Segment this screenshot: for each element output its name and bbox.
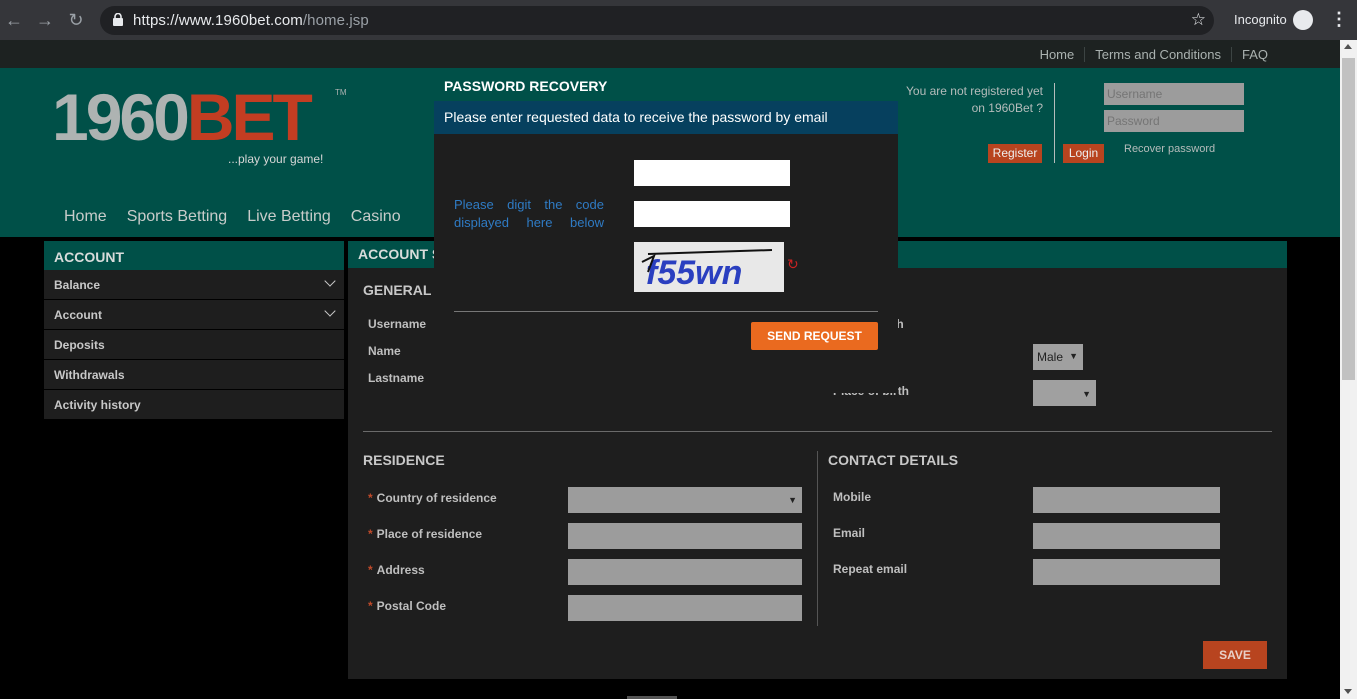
login-button[interactable]: Login xyxy=(1063,144,1104,163)
not-registered-text: You are not registered yet on 1960Bet ? xyxy=(906,84,1043,115)
nav-casino[interactable]: Casino xyxy=(351,208,401,226)
email-label: Email xyxy=(833,526,866,540)
place-of-residence-label: * Place of residence xyxy=(368,527,483,541)
toplink-faq[interactable]: FAQ xyxy=(1230,47,1278,62)
incognito-icon[interactable] xyxy=(1293,10,1313,30)
lock-icon xyxy=(113,13,123,26)
scrollbar-thumb[interactable] xyxy=(1342,58,1355,380)
repeat-email-label: Repeat email xyxy=(833,562,908,576)
nav-sports-betting[interactable]: Sports Betting xyxy=(127,208,228,226)
account-sidebar: ACCOUNT Balance Account Deposits Withdra… xyxy=(44,241,344,420)
scroll-down-icon[interactable] xyxy=(1344,689,1352,694)
top-links-bar: Home Terms and Conditions FAQ xyxy=(0,40,1340,68)
back-icon[interactable]: ← xyxy=(3,9,25,31)
gender-value: Male xyxy=(1037,350,1064,364)
captcha-code-input[interactable] xyxy=(634,201,790,227)
page: Home Terms and Conditions FAQ 1960BET TM… xyxy=(0,40,1340,699)
scroll-up-icon[interactable] xyxy=(1344,44,1352,49)
sidebar-item-withdrawals[interactable]: Withdrawals xyxy=(44,360,344,390)
site-logo[interactable]: 1960BET TM ...play your game! xyxy=(52,84,347,166)
password-recovery-modal: PASSWORD RECOVERY Please enter requested… xyxy=(434,70,898,393)
sidebar-title: ACCOUNT xyxy=(44,241,344,270)
country-label: * Country of residence xyxy=(368,491,497,505)
mobile-input[interactable] xyxy=(1033,487,1220,513)
modal-divider xyxy=(454,311,878,312)
chevron-down-icon xyxy=(324,305,336,317)
logo-trademark: TM xyxy=(335,88,347,97)
sidebar-item-account[interactable]: Account xyxy=(44,300,344,330)
general-section-title: GENERAL xyxy=(363,282,432,298)
modal-title: PASSWORD RECOVERY xyxy=(434,70,898,101)
password-input[interactable] xyxy=(1104,110,1244,132)
sidebar-item-label: Deposits xyxy=(54,338,105,352)
residence-section-title: RESIDENCE xyxy=(363,452,445,468)
gender-select[interactable]: Male ▼ xyxy=(1033,344,1083,370)
reload-icon[interactable]: ↻ xyxy=(65,9,87,31)
forward-icon[interactable]: → xyxy=(34,9,56,31)
postal-code-input[interactable] xyxy=(568,595,802,621)
dropdown-arrow-icon: ▼ xyxy=(1082,389,1091,399)
dropdown-arrow-icon: ▼ xyxy=(1069,351,1078,361)
sidebar-item-label: Withdrawals xyxy=(54,368,125,382)
register-button[interactable]: Register xyxy=(988,144,1042,163)
dropdown-arrow-icon: ▼ xyxy=(788,495,797,505)
sidebar-item-label: Balance xyxy=(54,278,101,292)
contact-section-title: CONTACT DETAILS xyxy=(828,452,959,468)
save-button[interactable]: SAVE xyxy=(1203,641,1267,669)
refresh-captcha-icon[interactable]: ↻ xyxy=(787,256,799,273)
bookmark-star-icon[interactable]: ☆ xyxy=(1191,10,1206,30)
browser-menu-icon[interactable]: ⋮ xyxy=(1330,9,1348,30)
repeat-email-input[interactable] xyxy=(1033,559,1220,585)
recovery-email-input[interactable] xyxy=(634,160,790,186)
sidebar-item-deposits[interactable]: Deposits xyxy=(44,330,344,360)
country-select[interactable]: ▼ xyxy=(568,487,802,513)
column-divider xyxy=(817,451,818,626)
address-input[interactable] xyxy=(568,559,802,585)
username-label: Username xyxy=(368,317,427,331)
main-nav: Home Sports Betting Live Betting Casino xyxy=(64,208,401,226)
modal-subtitle: Please enter requested data to receive t… xyxy=(434,101,898,134)
postal-code-label: * Postal Code xyxy=(368,599,447,613)
logo-tagline: ...play your game! xyxy=(228,152,324,166)
username-input[interactable] xyxy=(1104,83,1244,105)
sidebar-item-activity-history[interactable]: Activity history xyxy=(44,390,344,420)
name-label: Name xyxy=(368,344,401,358)
login-divider xyxy=(1054,83,1055,163)
toplink-terms[interactable]: Terms and Conditions xyxy=(1084,47,1231,62)
section-divider xyxy=(363,431,1272,432)
captcha-text: f55wn xyxy=(646,254,742,292)
toplink-home[interactable]: Home xyxy=(1030,47,1085,62)
page-scrollbar[interactable] xyxy=(1340,40,1357,699)
sidebar-item-label: Activity history xyxy=(54,398,141,412)
send-request-button[interactable]: SEND REQUEST xyxy=(751,322,878,350)
sidebar-item-balance[interactable]: Balance xyxy=(44,270,344,300)
address-bar[interactable]: https://www.1960bet.com/home.jsp ☆ xyxy=(100,6,1214,35)
place-of-residence-input[interactable] xyxy=(568,523,802,549)
incognito-label: Incognito xyxy=(1234,12,1287,27)
place-of-birth-select[interactable]: ▼ xyxy=(1033,380,1096,406)
url-text: https://www.1960bet.com/home.jsp xyxy=(133,12,369,29)
lastname-label: Lastname xyxy=(368,371,425,385)
nav-live-betting[interactable]: Live Betting xyxy=(247,208,331,226)
recover-password-link[interactable]: Recover password xyxy=(1124,143,1215,155)
address-label: * Address xyxy=(368,563,425,577)
captcha-image: f55wn xyxy=(634,242,784,292)
logo-brand: BET xyxy=(186,80,313,154)
mobile-label: Mobile xyxy=(833,490,871,504)
logo-number: 1960 xyxy=(52,80,190,154)
sidebar-item-label: Account xyxy=(54,308,102,322)
nav-home[interactable]: Home xyxy=(64,208,107,226)
captcha-instruction: Please digit the code displayed here bel… xyxy=(454,197,604,230)
browser-toolbar: ← → ↻ https://www.1960bet.com/home.jsp ☆… xyxy=(0,0,1357,40)
chevron-down-icon xyxy=(324,275,336,287)
email-input[interactable] xyxy=(1033,523,1220,549)
